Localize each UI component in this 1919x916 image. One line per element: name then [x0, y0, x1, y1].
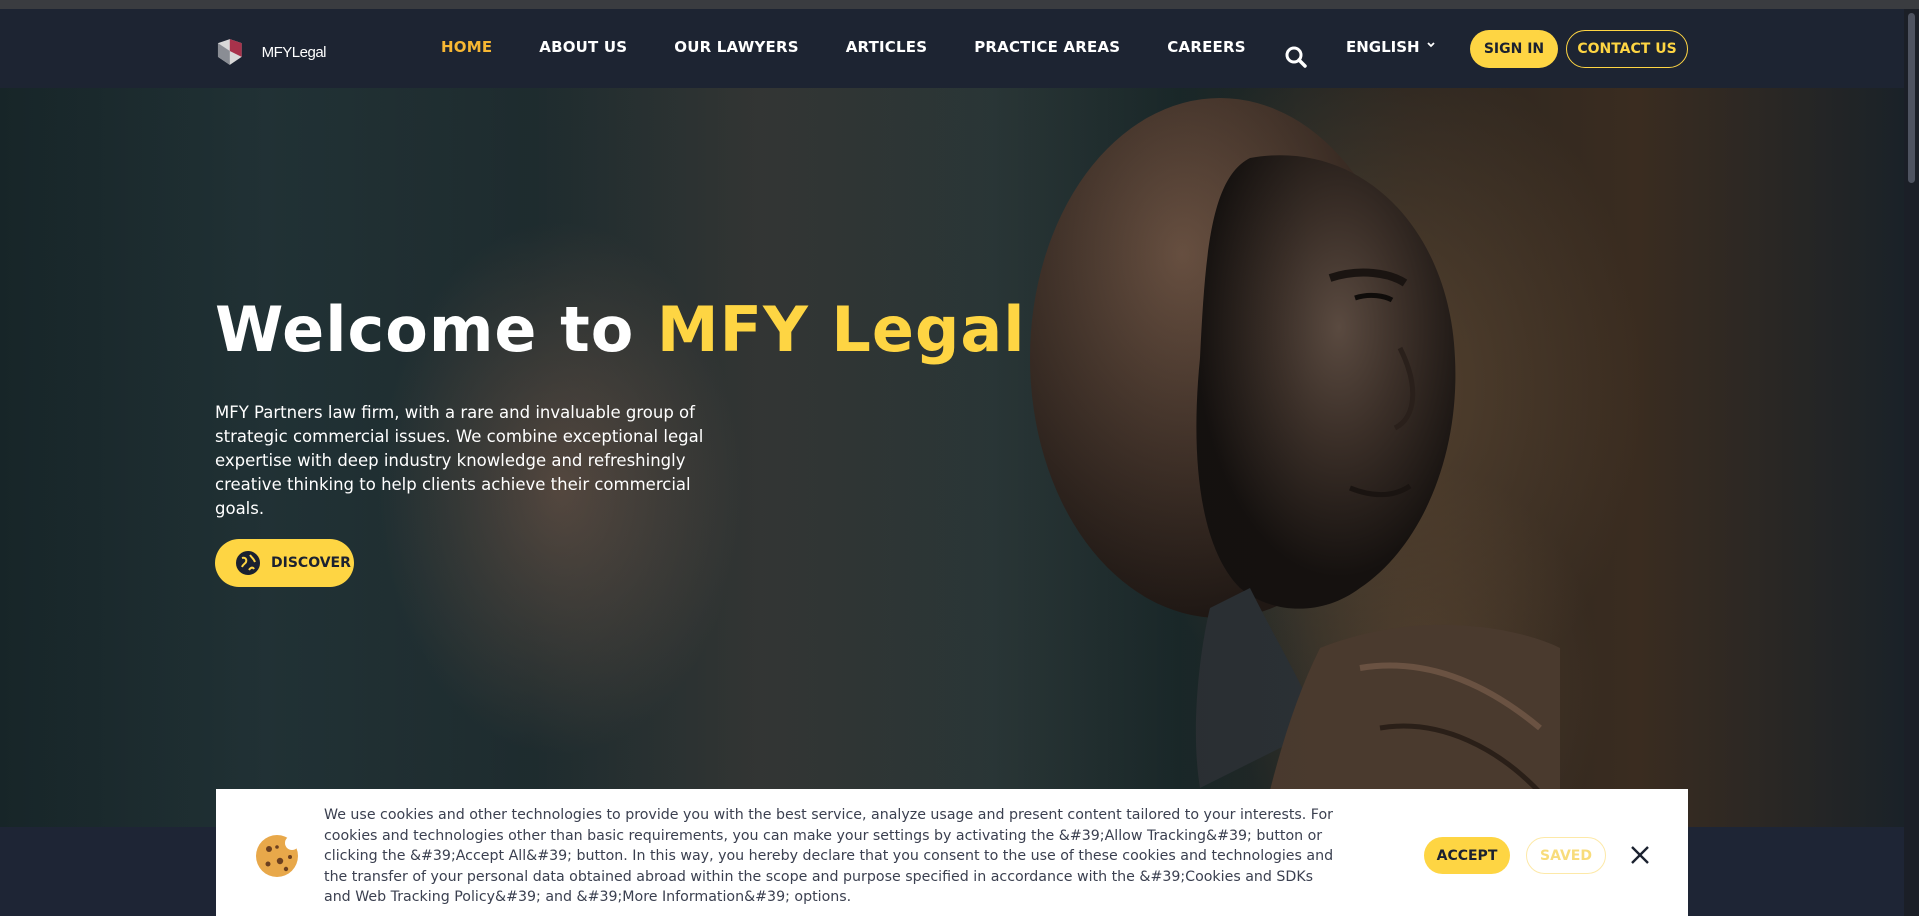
- language-label: ENGLISH: [1346, 38, 1420, 56]
- nav-articles[interactable]: ARTICLES: [846, 38, 928, 56]
- hero-title-accent: MFY Legal: [656, 293, 1026, 366]
- browser-top-strip: [0, 0, 1919, 9]
- nav-practice-areas[interactable]: PRACTICE AREAS: [974, 38, 1120, 56]
- main-nav: HOME ABOUT US OUR LAWYERS ARTICLES PRACT…: [441, 38, 1293, 56]
- logo-text: MFYLegal: [261, 43, 327, 61]
- chevron-down-icon: [1426, 42, 1435, 48]
- cookie-text: We use cookies and other technologies to…: [324, 807, 1334, 905]
- discover-label: DISCOVER: [271, 555, 351, 571]
- hero-title: Welcome to MFY Legal: [215, 293, 1025, 366]
- nav-about-us[interactable]: ABOUT US: [539, 38, 627, 56]
- contact-us-button[interactable]: CONTACT US: [1566, 30, 1688, 68]
- search-icon[interactable]: [1284, 45, 1308, 69]
- sign-in-button[interactable]: SIGN IN: [1470, 30, 1558, 68]
- globe-icon: [236, 551, 260, 575]
- cookie-banner: We use cookies and other technologies to…: [216, 789, 1688, 916]
- site-header: MFYLegal HOME ABOUT US OUR LAWYERS ARTIC…: [0, 9, 1904, 88]
- logo-mark-icon: [217, 39, 242, 65]
- cookie-icon: [256, 835, 299, 877]
- nav-careers[interactable]: CAREERS: [1167, 38, 1245, 56]
- nav-our-lawyers[interactable]: OUR LAWYERS: [674, 38, 798, 56]
- hero-section: Welcome to MFY Legal MFY Partners law fi…: [0, 88, 1904, 827]
- discover-button[interactable]: DISCOVER: [215, 539, 354, 587]
- scrollbar-thumb[interactable]: [1908, 13, 1915, 183]
- hero-title-prefix: Welcome to: [215, 293, 657, 366]
- close-icon[interactable]: [1628, 843, 1652, 867]
- nav-home[interactable]: HOME: [441, 38, 492, 56]
- hero-description: MFY Partners law firm, with a rare and i…: [215, 403, 704, 518]
- saved-button[interactable]: SAVED: [1526, 837, 1606, 874]
- logo[interactable]: MFYLegal: [216, 35, 327, 69]
- accept-button[interactable]: ACCEPT: [1424, 837, 1510, 874]
- scrollbar[interactable]: [1904, 9, 1919, 916]
- language-selector[interactable]: ENGLISH: [1346, 38, 1435, 56]
